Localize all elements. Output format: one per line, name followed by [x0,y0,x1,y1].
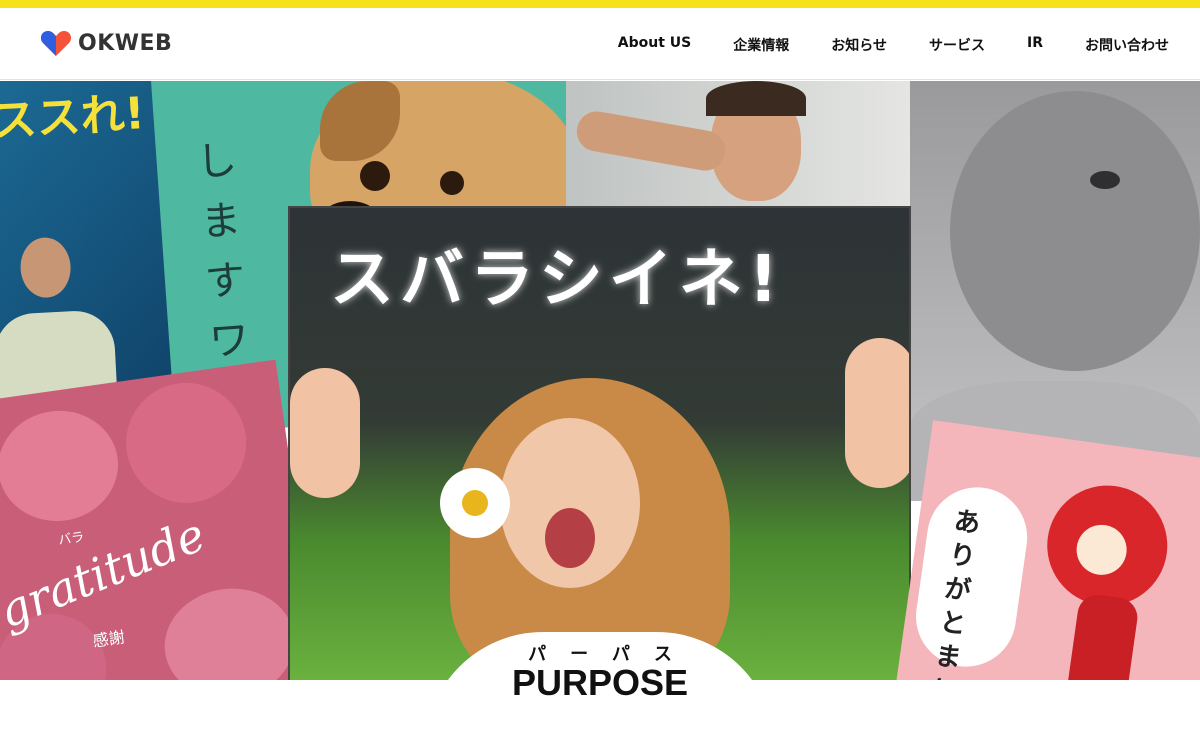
roses-image [0,403,126,529]
nav-about-us[interactable]: About US [618,35,691,55]
nav-contact[interactable]: お問い合わせ [1085,35,1169,55]
roses-card: バラ gratitude 感謝 [0,359,322,680]
logo[interactable]: OKWEB [40,28,172,58]
purpose-heading: パーパス PURPOSE [425,632,775,750]
main-card: スバラシイネ! [288,206,911,680]
left-thumb [290,368,360,498]
nav-ir[interactable]: IR [1027,35,1043,55]
hero-collage: ススれ! します ワン バラ gratitude 感謝 スバラシイネ! ありが … [0,81,1200,680]
roses-small-text: バラ [57,530,86,549]
logo-text: OKWEB [78,30,173,56]
heart-logo-icon [40,31,72,56]
purpose-title: PURPOSE [511,662,689,703]
site-header: OKWEB About US 企業情報 お知らせ サービス IR お問い合わせ [0,8,1200,80]
athlete-head [19,236,73,299]
right-thumb [845,338,909,488]
tomato-card: ありが とまと [894,420,1200,680]
nav-news[interactable]: お知らせ [831,35,887,55]
nav-company-info[interactable]: 企業情報 [733,35,789,55]
nav-services[interactable]: サービス [929,35,985,55]
girl-mouth [545,508,595,568]
main-card-title: スバラシイネ! [330,243,784,317]
main-nav: About US 企業情報 お知らせ サービス IR お問い合わせ [576,35,1169,55]
athlete-card-text: ススれ! [0,88,147,148]
roses-jp-text: 感謝 [91,627,126,651]
top-accent-bar [0,0,1200,8]
